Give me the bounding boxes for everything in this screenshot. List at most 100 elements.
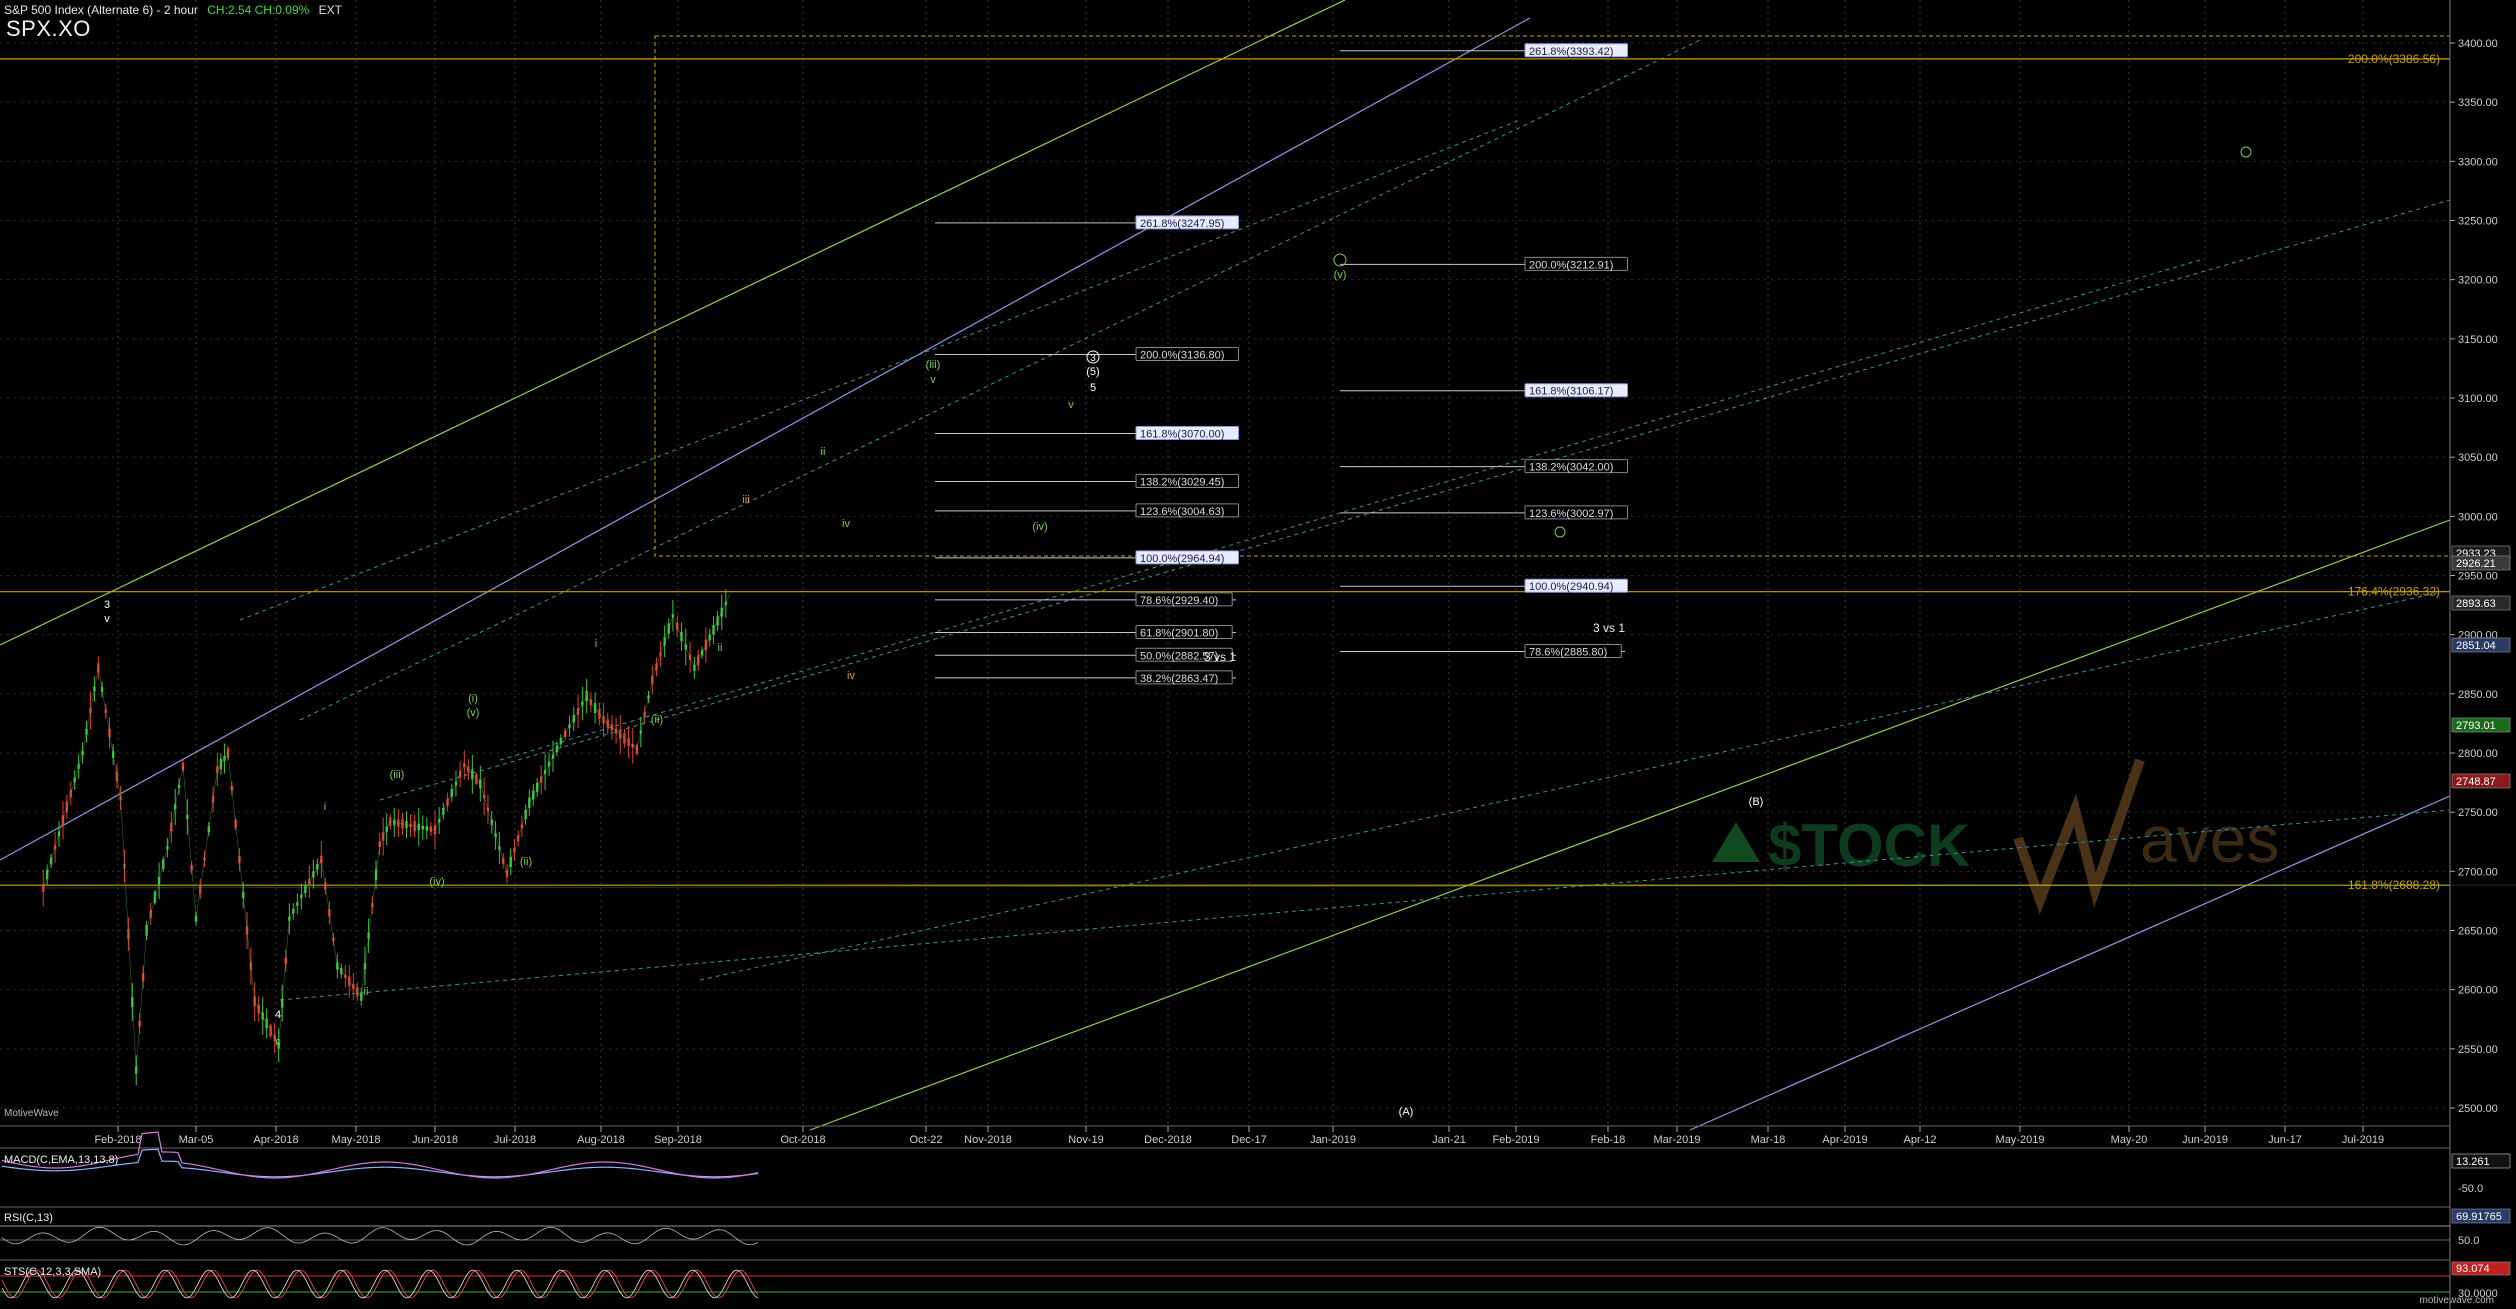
- price-axis-label: 2600.00: [2458, 985, 2498, 997]
- price-axis-label: 3300.00: [2458, 156, 2498, 168]
- time-axis-label: Sep-2018: [654, 1134, 702, 1146]
- stoch-axis-label: 30.0000: [2458, 1288, 2498, 1300]
- time-axis-label: May-2018: [332, 1134, 381, 1146]
- price-axis-label: 2650.00: [2458, 926, 2498, 938]
- wave-label: iv: [842, 518, 850, 530]
- time-axis-label: Feb-2018: [94, 1134, 141, 1146]
- rsi-title: RSI(C,13): [4, 1212, 53, 1224]
- time-axis-label: Jun-2018: [412, 1134, 458, 1146]
- price-axis-label: 2500.00: [2458, 1103, 2498, 1115]
- fib-target-label: 261.8%(3247.95): [1140, 218, 1224, 230]
- wave-label: (v): [1334, 269, 1347, 281]
- macd-value: 13.261: [2456, 1156, 2490, 1168]
- price-flag-label: 2851.04: [2456, 640, 2496, 652]
- wave-label: ii: [821, 446, 826, 458]
- price-axis-label: 3150.00: [2458, 334, 2498, 346]
- yellow-level-label: 200.0%(3386.56): [2348, 52, 2440, 66]
- rsi-value: 69.91765: [2456, 1211, 2502, 1223]
- wave-label: 3: [1090, 353, 1096, 364]
- time-axis-label: Dec-17: [1231, 1134, 1266, 1146]
- dotted-trend-line: [499, 259, 2201, 761]
- chart-canvas[interactable]: $TOCK aves 200.0%(3386.56) 176.4%(2936.32) 1…: [0, 0, 2516, 1309]
- time-axis-label: Jan-2019: [1310, 1134, 1356, 1146]
- time-axis-label: Feb-18: [1591, 1134, 1626, 1146]
- wave-label: (iv): [1032, 521, 1047, 533]
- fib-target-label: 138.2%(3029.45): [1140, 476, 1224, 488]
- dotted-trend-line: [379, 199, 2451, 801]
- wave-label: (iv): [429, 876, 444, 888]
- wave-label: v: [104, 613, 110, 625]
- time-axis-label: Jul-2018: [494, 1134, 536, 1146]
- time-axis-label: Nov-2018: [964, 1134, 1012, 1146]
- fib-target-label: 123.6%(3002.97): [1529, 508, 1613, 520]
- time-axis-label: Apr-12: [1903, 1134, 1936, 1146]
- price-flag-label: 2893.63: [2456, 598, 2496, 610]
- price-flag-label: 2748.87: [2456, 776, 2496, 788]
- fib-note: 3 vs 1: [1204, 650, 1236, 664]
- price-flag-label: 2793.01: [2456, 720, 2496, 732]
- dotted-trend-line: [239, 119, 1521, 621]
- rsi-axis-label: 50.0: [2458, 1235, 2479, 1247]
- time-axis-label: Apr-2018: [253, 1134, 298, 1146]
- rsi-line: [1, 1226, 759, 1246]
- fib-target-label: 161.8%(3106.17): [1529, 386, 1613, 398]
- fib-target-label: 138.2%(3042.00): [1529, 462, 1613, 474]
- price-axis-label: 3250.00: [2458, 216, 2498, 228]
- wave-label: ii: [718, 642, 723, 654]
- time-axis-label: Oct-2018: [780, 1134, 825, 1146]
- wave-circle: [2240, 146, 2252, 158]
- watermark-logo-text-right: aves: [2140, 802, 2279, 876]
- price-axis-label: 3350.00: [2458, 97, 2498, 109]
- time-axis-label: Jan-21: [1432, 1134, 1466, 1146]
- fib-target-label: 200.0%(3212.91): [1529, 259, 1613, 271]
- price-axis-label: 2700.00: [2458, 866, 2498, 878]
- fib-target-label: 38.2%(2863.47): [1140, 673, 1218, 685]
- time-axis-label: Feb-2019: [1492, 1134, 1539, 1146]
- fib-note: 3 vs 1: [1593, 621, 1625, 635]
- fib-target-label: 61.8%(2901.80): [1140, 628, 1218, 640]
- stoch-k-line: [1, 1269, 759, 1299]
- watermark-logo-wave: [2013, 758, 2145, 915]
- price-axis-label: 2750.00: [2458, 807, 2498, 819]
- price-axis-label: 2950.00: [2458, 571, 2498, 583]
- time-axis-label: Mar-05: [179, 1134, 214, 1146]
- time-axis-label: Mar-18: [1751, 1134, 1786, 1146]
- time-axis-label: Jul-2019: [2342, 1134, 2384, 1146]
- time-axis-label: Dec-2018: [1144, 1134, 1192, 1146]
- wave-label: 3: [104, 599, 110, 611]
- fib-target-label: 100.0%(2964.94): [1140, 553, 1224, 565]
- dotted-trend-line: [279, 809, 2451, 1001]
- fib-target-label: 78.6%(2929.40): [1140, 595, 1218, 607]
- fib-target-label: 100.0%(2940.94): [1529, 581, 1613, 593]
- price-axis-label: 3000.00: [2458, 511, 2498, 523]
- price-axis-label: 3100.00: [2458, 393, 2498, 405]
- time-axis-label: May-2019: [1996, 1134, 2045, 1146]
- time-axis-label: Jun-17: [2268, 1134, 2302, 1146]
- wave-label: (iii): [390, 769, 405, 781]
- wave-label: (iii): [926, 359, 941, 371]
- time-axis-label: Oct-22: [909, 1134, 942, 1146]
- wave-label: (A): [1399, 1106, 1414, 1118]
- price-axis-label: 3400.00: [2458, 38, 2498, 50]
- wave-label: iii: [742, 494, 749, 506]
- time-axis-label: Aug-2018: [577, 1134, 625, 1146]
- macd-title: MACD(C,EMA,13,13,8): [4, 1154, 119, 1166]
- blue-channel-line: [0, 17, 1531, 861]
- wave-label: i: [324, 801, 326, 813]
- time-axis-label: Jun-2019: [2182, 1134, 2228, 1146]
- wave-label: (i): [468, 693, 478, 705]
- time-axis-label: Mar-2019: [1653, 1134, 1700, 1146]
- wave-label: i: [595, 638, 597, 650]
- price-axis-label: 2850.00: [2458, 689, 2498, 701]
- fib-target-label: 200.0%(3136.80): [1140, 349, 1224, 361]
- price-axis-label: 3050.00: [2458, 452, 2498, 464]
- fib-target-label: 78.6%(2885.80): [1529, 646, 1607, 658]
- wave-label: c: [275, 1036, 281, 1048]
- wave-label: 4: [275, 1009, 281, 1021]
- wave-label: (ii): [520, 856, 532, 868]
- yellow-level-label: 176.4%(2936.32): [2348, 585, 2440, 599]
- wave-circle: [1554, 526, 1566, 538]
- wave-label: (ii): [651, 714, 663, 726]
- wave-label: (v): [467, 707, 480, 719]
- price-axis-label: 2800.00: [2458, 748, 2498, 760]
